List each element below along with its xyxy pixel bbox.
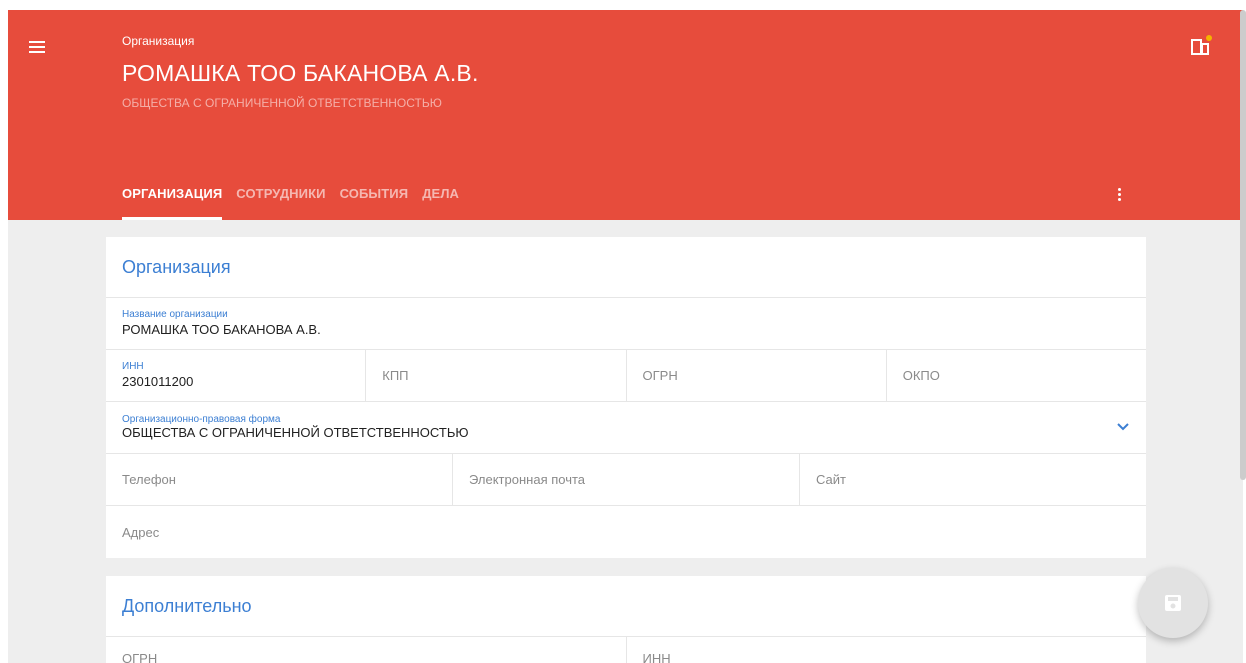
- additional-section-title: Дополнительно: [106, 576, 1146, 637]
- site-placeholder: Сайт: [816, 472, 846, 487]
- kpp-placeholder: КПП: [382, 368, 409, 383]
- page-subtitle: ОБЩЕСТВА С ОГРАНИЧЕННОЙ ОТВЕТСТВЕННОСТЬЮ: [122, 96, 442, 110]
- email-placeholder: Электронная почта: [469, 472, 586, 487]
- additional-inn-field[interactable]: ИНН: [627, 637, 1147, 663]
- additional-card: Дополнительно ОГРН ИНН: [106, 576, 1146, 663]
- additional-ogrn-placeholder: ОГРН: [122, 651, 158, 663]
- inn-value: 2301011200: [122, 374, 194, 389]
- tab-cases[interactable]: ДЕЛА: [422, 176, 459, 220]
- site-field[interactable]: Сайт: [800, 454, 1146, 505]
- breadcrumb: Организация: [122, 34, 195, 48]
- org-name-label: Название организации: [122, 309, 228, 320]
- legal-form-value: ОБЩЕСТВА С ОГРАНИЧЕННОЙ ОТВЕТСТВЕННОСТЬЮ: [122, 425, 469, 440]
- tab-bar: ОРГАНИЗАЦИЯ СОТРУДНИКИ СОБЫТИЯ ДЕЛА: [122, 176, 473, 220]
- legal-form-row: Организационно-правовая форма ОБЩЕСТВА С…: [106, 402, 1146, 454]
- notification-dot: [1206, 35, 1212, 41]
- legal-form-select[interactable]: Организационно-правовая форма ОБЩЕСТВА С…: [106, 402, 1146, 453]
- okpo-placeholder: ОКПО: [902, 368, 940, 383]
- phone-field[interactable]: Телефон: [106, 454, 453, 505]
- org-switch-icon[interactable]: [1191, 35, 1213, 57]
- inn-field[interactable]: ИНН 2301011200: [106, 350, 367, 401]
- address-placeholder: Адрес: [122, 524, 160, 540]
- phone-placeholder: Телефон: [122, 472, 176, 487]
- tab-events[interactable]: СОБЫТИЯ: [340, 176, 409, 220]
- hamburger-menu-icon[interactable]: [22, 36, 52, 60]
- page-title: РОМАШКА ТОО БАКАНОВА А.В.: [122, 60, 479, 86]
- app-window: Организация РОМАШКА ТОО БАКАНОВА А.В. ОБ…: [8, 10, 1243, 663]
- kpp-field[interactable]: КПП: [366, 350, 627, 401]
- chevron-down-icon[interactable]: [1116, 420, 1130, 434]
- tab-employees[interactable]: СОТРУДНИКИ: [236, 176, 325, 220]
- email-field[interactable]: Электронная почта: [453, 454, 800, 505]
- org-name-field[interactable]: Название организации РОМАШКА ТОО БАКАНОВ…: [106, 298, 1146, 349]
- organization-card: Организация Название организации РОМАШКА…: [106, 237, 1146, 558]
- save-icon: [1165, 595, 1181, 611]
- contacts-row: Телефон Электронная почта Сайт: [106, 454, 1146, 506]
- org-name-value: РОМАШКА ТОО БАКАНОВА А.В.: [122, 322, 321, 337]
- scrollbar[interactable]: [1240, 10, 1246, 480]
- inn-label: ИНН: [122, 361, 144, 372]
- name-row: Название организации РОМАШКА ТОО БАКАНОВ…: [106, 298, 1146, 350]
- codes-row: ИНН 2301011200 КПП ОГРН ОКПО: [106, 350, 1146, 402]
- ogrn-placeholder: ОГРН: [642, 368, 678, 383]
- tab-organization[interactable]: ОРГАНИЗАЦИЯ: [122, 176, 223, 220]
- address-row: Адрес: [106, 506, 1146, 558]
- organization-section-title: Организация: [106, 237, 1146, 298]
- additional-inn-placeholder: ИНН: [642, 651, 671, 663]
- more-vert-icon[interactable]: [1114, 186, 1124, 206]
- additional-ogrn-field[interactable]: ОГРН: [106, 637, 627, 663]
- app-header: Организация РОМАШКА ТОО БАКАНОВА А.В. ОБ…: [8, 10, 1243, 220]
- legal-form-label: Организационно-правовая форма: [122, 414, 281, 425]
- ogrn-field[interactable]: ОГРН: [627, 350, 887, 401]
- save-button[interactable]: [1138, 568, 1208, 638]
- address-field[interactable]: Адрес: [106, 506, 1146, 558]
- additional-codes-row: ОГРН ИНН: [106, 637, 1146, 663]
- okpo-field[interactable]: ОКПО: [887, 350, 1146, 401]
